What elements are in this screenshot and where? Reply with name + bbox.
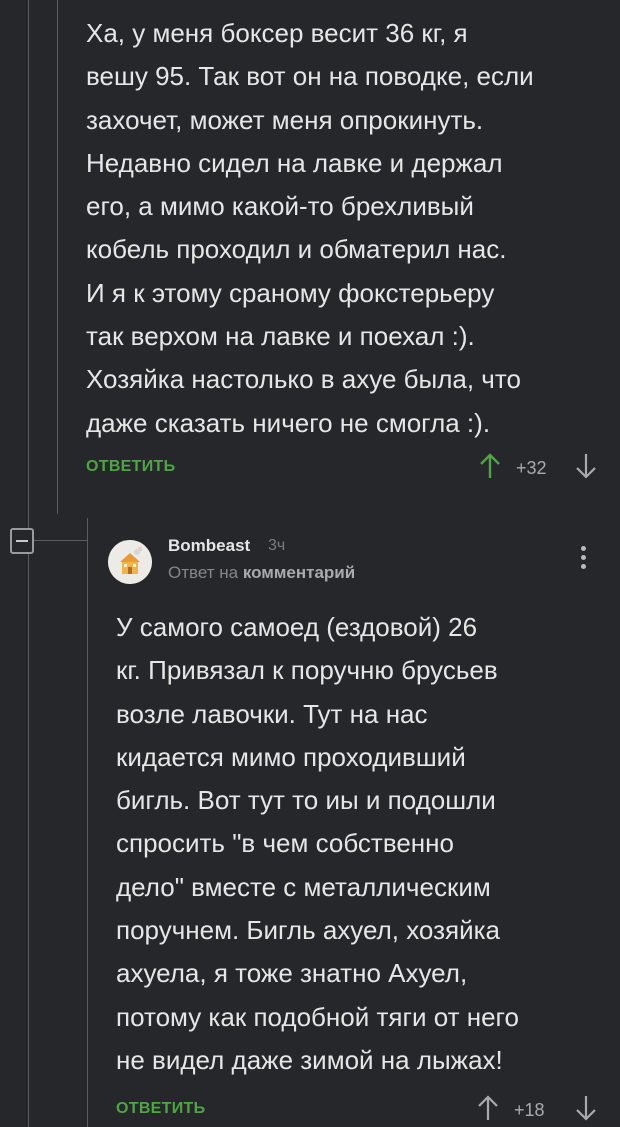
reply-to-prefix: Ответ на bbox=[168, 563, 239, 582]
thread-line-1 bbox=[28, 0, 29, 528]
reply-to-link[interactable]: комментарий bbox=[243, 563, 355, 582]
thread-connector bbox=[34, 540, 87, 541]
rating-count: +18 bbox=[514, 1100, 545, 1120]
comments-thread: Ха, у меня боксер весит 36 кг, я вешу 95… bbox=[0, 0, 620, 1127]
thread-line-2 bbox=[57, 0, 58, 514]
reply-button[interactable]: ОТВЕТИТЬ bbox=[116, 1100, 205, 1118]
thread-line-1-lower bbox=[28, 554, 29, 1127]
comment-actions: ОТВЕТИТЬ +18 bbox=[116, 1094, 600, 1124]
more-vertical-icon[interactable] bbox=[575, 546, 591, 574]
thread-line-3 bbox=[87, 518, 88, 1127]
collapse-icon[interactable] bbox=[10, 528, 34, 554]
comment-time: 3ч bbox=[268, 537, 286, 554]
reply-to-label: Ответ на комментарий bbox=[168, 563, 355, 583]
avatar[interactable] bbox=[108, 540, 152, 584]
comment-actions: ОТВЕТИТЬ +32 bbox=[86, 452, 600, 482]
arrow-up-icon[interactable] bbox=[476, 1094, 500, 1122]
arrow-up-icon[interactable] bbox=[478, 452, 502, 480]
rating-count: +32 bbox=[516, 458, 547, 478]
comment-text: У самого самоед (ездовой) 26 кг. Привяза… bbox=[116, 612, 519, 1075]
arrow-down-icon[interactable] bbox=[574, 1094, 598, 1122]
avatar-house-icon bbox=[108, 540, 152, 584]
author-name[interactable]: Bombeast bbox=[168, 536, 250, 556]
reply-button[interactable]: ОТВЕТИТЬ bbox=[86, 458, 175, 476]
arrow-down-icon[interactable] bbox=[574, 452, 598, 480]
comment-text: Ха, у меня боксер весит 36 кг, я вешу 95… bbox=[86, 18, 534, 438]
